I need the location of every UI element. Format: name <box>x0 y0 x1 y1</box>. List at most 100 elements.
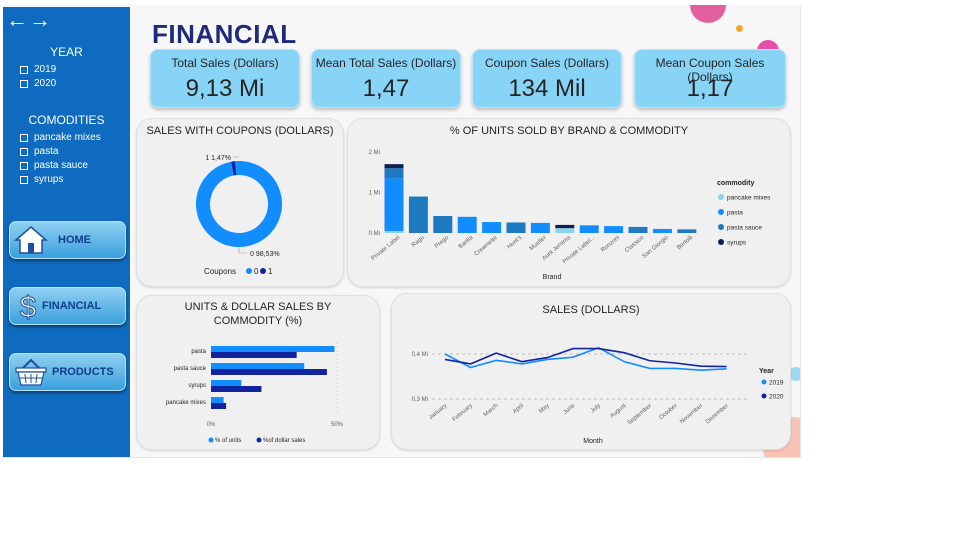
commodity-label: syrups <box>34 174 64 185</box>
legend-label: pasta sauce <box>727 225 762 232</box>
x-axis-label: Brand <box>543 274 562 281</box>
commodity-label: pancake mixes <box>34 132 101 143</box>
x-tick-label: December <box>705 403 730 425</box>
checkbox[interactable] <box>20 66 28 74</box>
year-slicer: 2019 2020 <box>20 63 56 91</box>
basket-icon <box>15 358 47 386</box>
legend-title: Coupons <box>204 267 236 276</box>
kpi-value: 1,47 <box>362 75 410 102</box>
y-tick-label: 0,4 Mi <box>412 352 428 358</box>
legend-label: % of units <box>215 438 241 444</box>
commodity-option-pasta[interactable]: pasta <box>20 145 101 159</box>
x-tick-label: August <box>609 403 627 420</box>
bar <box>211 397 224 403</box>
bar-segment <box>384 168 404 179</box>
year-option-2019[interactable]: 2019 <box>20 63 56 77</box>
page-title: FINANCIAL <box>152 19 297 49</box>
bar <box>211 386 262 392</box>
legend-title: commodity <box>717 180 754 187</box>
x-tick-label: Barilla <box>458 235 475 251</box>
home-icon <box>14 226 48 254</box>
bar-segment <box>677 229 697 233</box>
bar-segment <box>506 222 526 233</box>
y-tick-label: 0,3 Mi <box>412 397 428 403</box>
svg-text:$: $ <box>20 291 37 322</box>
commodity-option-syrups[interactable]: syrups <box>20 173 101 187</box>
x-tick-label: Private Label <box>371 235 402 262</box>
year-label: 2020 <box>34 78 57 89</box>
units-dollar-chart: pasta pasta sauce syrups pancake mixes 0% 50%… <box>166 342 344 444</box>
checkbox[interactable] <box>20 148 28 156</box>
commodity-option-pancake-mixes[interactable]: pancake mixes <box>20 131 101 145</box>
x-tick-label: October <box>658 403 678 421</box>
series-line-2019 <box>444 346 727 372</box>
financial-button-label: FINANCIAL <box>42 300 102 312</box>
legend-label: syrups <box>727 240 747 247</box>
year-slicer-title: YEAR <box>50 45 83 59</box>
bar-segment <box>530 222 550 233</box>
x-tick-label: Classico <box>624 235 646 255</box>
products-button[interactable]: PRODUCTS <box>9 353 126 391</box>
financial-button[interactable]: $ FINANCIAL <box>9 287 126 325</box>
commodity-label: pasta <box>34 146 59 157</box>
bar <box>211 346 335 352</box>
sales-line-panel: SALES (DOLLARS) 0,3 Mi 0,4 Mi 2019 2020 Janu… <box>391 293 791 450</box>
legend-label: 2020 <box>769 394 784 401</box>
legend-swatch <box>761 393 767 399</box>
forward-arrow-icon[interactable]: → <box>29 9 51 31</box>
legend-swatch <box>208 437 214 443</box>
dashboard-canvas: ← → YEAR 2019 2020 COMODITIES pancake mi… <box>3 5 801 458</box>
x-tick-label: Ronzoni <box>600 235 621 254</box>
legend-swatch <box>718 224 724 230</box>
legend-swatch <box>246 268 252 274</box>
x-tick-label: September <box>627 403 653 426</box>
bar-segment <box>555 224 575 229</box>
x-tick-label: November <box>679 403 704 425</box>
series-line-2020 <box>444 347 727 368</box>
x-axis-label: Month <box>583 438 603 445</box>
home-button[interactable]: HOME <box>9 221 126 259</box>
sales-line-chart: 0,3 Mi 0,4 Mi 2019 2020 January February March… <box>412 346 784 445</box>
bar <box>211 352 297 358</box>
legend-label: 1 <box>268 267 273 276</box>
y-tick-label: 2 Mi <box>369 150 380 156</box>
checkbox[interactable] <box>20 162 28 170</box>
commodity-label: pasta sauce <box>34 160 88 171</box>
checkbox[interactable] <box>20 80 28 88</box>
x-tick-label: June <box>562 403 576 416</box>
x-tick-label: February <box>452 403 474 423</box>
legend-swatch <box>718 194 724 200</box>
legend-swatch <box>761 379 767 385</box>
products-button-label: PRODUCTS <box>52 366 114 378</box>
checkbox[interactable] <box>20 176 28 184</box>
y-tick-label: syrups <box>188 383 206 389</box>
bar-segment <box>482 222 502 233</box>
legend-label: 0 <box>254 267 259 276</box>
checkbox[interactable] <box>20 134 28 142</box>
donut-slice-0 <box>196 161 282 248</box>
x-tick-label: March <box>483 403 500 418</box>
kpi-label: Coupon Sales (Dollars) <box>484 56 610 70</box>
x-tick-label: July <box>590 403 602 414</box>
back-arrow-icon[interactable]: ← <box>6 9 28 31</box>
commodity-option-pasta-sauce[interactable]: pasta sauce <box>20 159 101 173</box>
kpi-value: 134 Mil <box>508 75 586 102</box>
x-tick-label: Creamette <box>474 235 500 258</box>
x-tick-label: 0% <box>207 422 216 428</box>
legend-label: 2019 <box>769 380 784 387</box>
bar <box>211 380 242 386</box>
bar-segment <box>555 228 575 233</box>
kpi-mean-coupon-sales: Mean Coupon Sales (Dollars) 1,17 <box>634 49 786 108</box>
y-tick-label: 1 Mi <box>369 191 380 197</box>
year-option-2020[interactable]: 2020 <box>20 77 56 91</box>
legend-swatch <box>718 209 724 215</box>
y-tick-label: 0 Mi <box>369 231 380 237</box>
decor-dot-orange <box>736 25 743 32</box>
legend-swatch <box>260 268 266 274</box>
kpi-value: 1,17 <box>686 75 734 102</box>
x-tick-label: San Giorgio <box>642 235 671 260</box>
data-label: 0 98,53% <box>250 251 280 258</box>
year-label: 2019 <box>34 64 57 75</box>
legend-label: pancake mixes <box>727 195 771 202</box>
brand-bar-chart: 0 Mi 1 Mi 2 Mi Private Label Ragu Prego Barill… <box>369 150 771 281</box>
